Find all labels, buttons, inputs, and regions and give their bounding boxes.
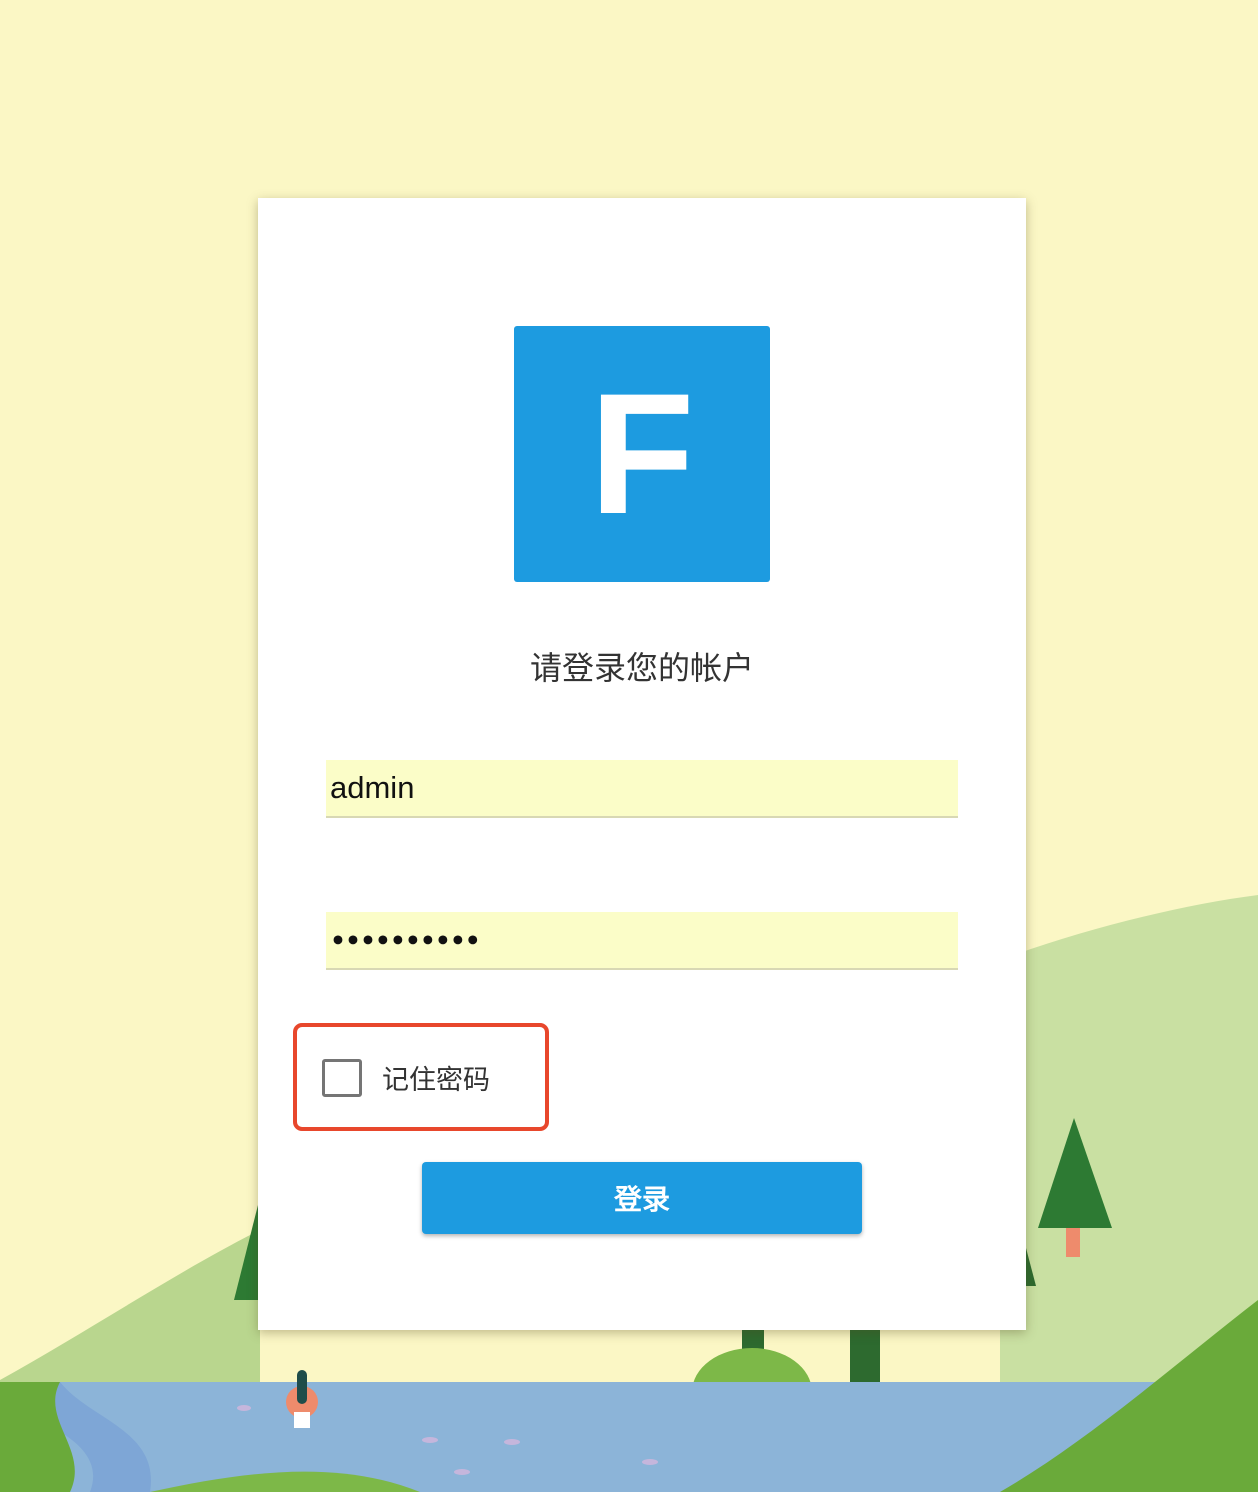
logo-letter: F: [589, 358, 695, 550]
trunk: [850, 1328, 880, 1388]
remember-checkbox[interactable]: [322, 1058, 362, 1097]
username-input[interactable]: admin: [326, 760, 958, 818]
remember-password-toggle[interactable]: 记住密码: [322, 1058, 490, 1097]
password-input[interactable]: ••••••••••: [326, 912, 958, 970]
password-value: ••••••••••: [330, 925, 481, 955]
app-logo: F: [514, 326, 770, 582]
trunk: [742, 1328, 764, 1350]
remember-label: 记住密码: [382, 1065, 490, 1096]
username-value: admin: [330, 770, 415, 805]
login-button[interactable]: 登录: [422, 1162, 862, 1234]
login-card: F 请登录您的帐户 admin •••••••••• 记住密码 登录: [258, 198, 1026, 1330]
login-button-label: 登录: [613, 1183, 670, 1216]
login-subtitle: 请登录您的帐户: [529, 649, 754, 687]
